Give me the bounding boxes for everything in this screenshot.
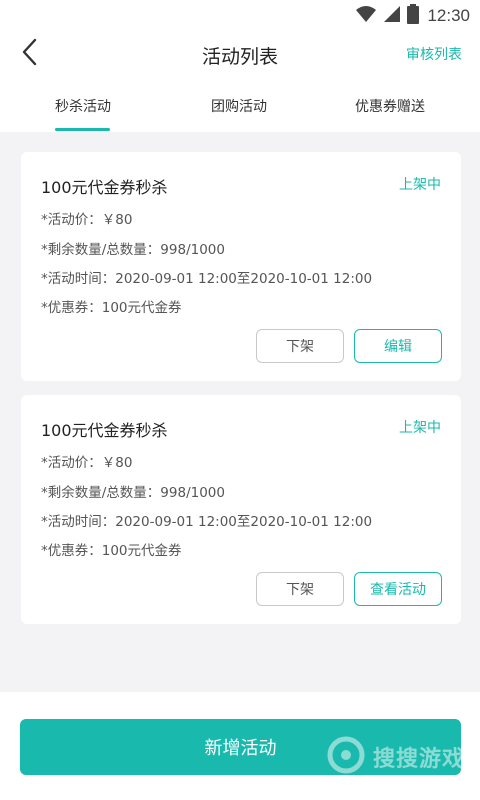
activity-time: *活动时间：2020-09-01 12:00至2020-10-01 12:00 <box>41 271 373 287</box>
activity-quantity: *剩余数量/总数量：998/1000 <box>41 242 225 258</box>
wifi-icon <box>355 5 377 27</box>
activity-card: 100元代金券秒杀 上架中 *活动价：￥80 *剩余数量/总数量：998/100… <box>21 152 461 381</box>
tab-coupon-gift[interactable]: 优惠券赠送 <box>354 96 426 116</box>
activity-price: *活动价：￥80 <box>41 212 133 228</box>
active-tab-indicator <box>55 128 110 131</box>
status-time: 12:30 <box>427 6 470 25</box>
take-down-button[interactable]: 下架 <box>256 572 344 606</box>
status-bar: 12:30 <box>0 0 480 30</box>
activity-time: *活动时间：2020-09-01 12:00至2020-10-01 12:00 <box>41 514 373 530</box>
watermark: 搜搜游戏 <box>327 736 465 778</box>
tab-group-buy[interactable]: 团购活动 <box>211 96 267 116</box>
activity-coupon: *优惠券：100元代金券 <box>41 300 182 316</box>
activity-price: *活动价：￥80 <box>41 455 133 471</box>
view-activity-button[interactable]: 查看活动 <box>354 572 442 606</box>
header: 活动列表 审核列表 <box>0 30 480 78</box>
activity-quantity: *剩余数量/总数量：998/1000 <box>41 485 225 501</box>
watermark-text: 搜搜游戏 <box>373 747 466 772</box>
audit-list-link[interactable]: 审核列表 <box>406 44 462 64</box>
status-badge: 上架中 <box>399 420 441 436</box>
tab-bar: 秒杀活动 团购活动 优惠券赠送 <box>0 78 480 132</box>
watermark-logo-icon <box>327 736 365 778</box>
activity-coupon: *优惠券：100元代金券 <box>41 543 182 559</box>
battery-icon <box>407 4 420 28</box>
take-down-button[interactable]: 下架 <box>256 329 344 363</box>
activity-card: 100元代金券秒杀 上架中 *活动价：￥80 *剩余数量/总数量：998/100… <box>21 395 461 624</box>
signal-icon <box>383 5 401 27</box>
activity-title: 100元代金券秒杀 <box>41 421 168 440</box>
status-icons: 12:30 <box>355 4 470 28</box>
edit-button[interactable]: 编辑 <box>354 329 442 363</box>
tab-flash-sale[interactable]: 秒杀活动 <box>55 96 111 116</box>
status-badge: 上架中 <box>399 177 441 193</box>
activity-title: 100元代金券秒杀 <box>41 178 168 197</box>
